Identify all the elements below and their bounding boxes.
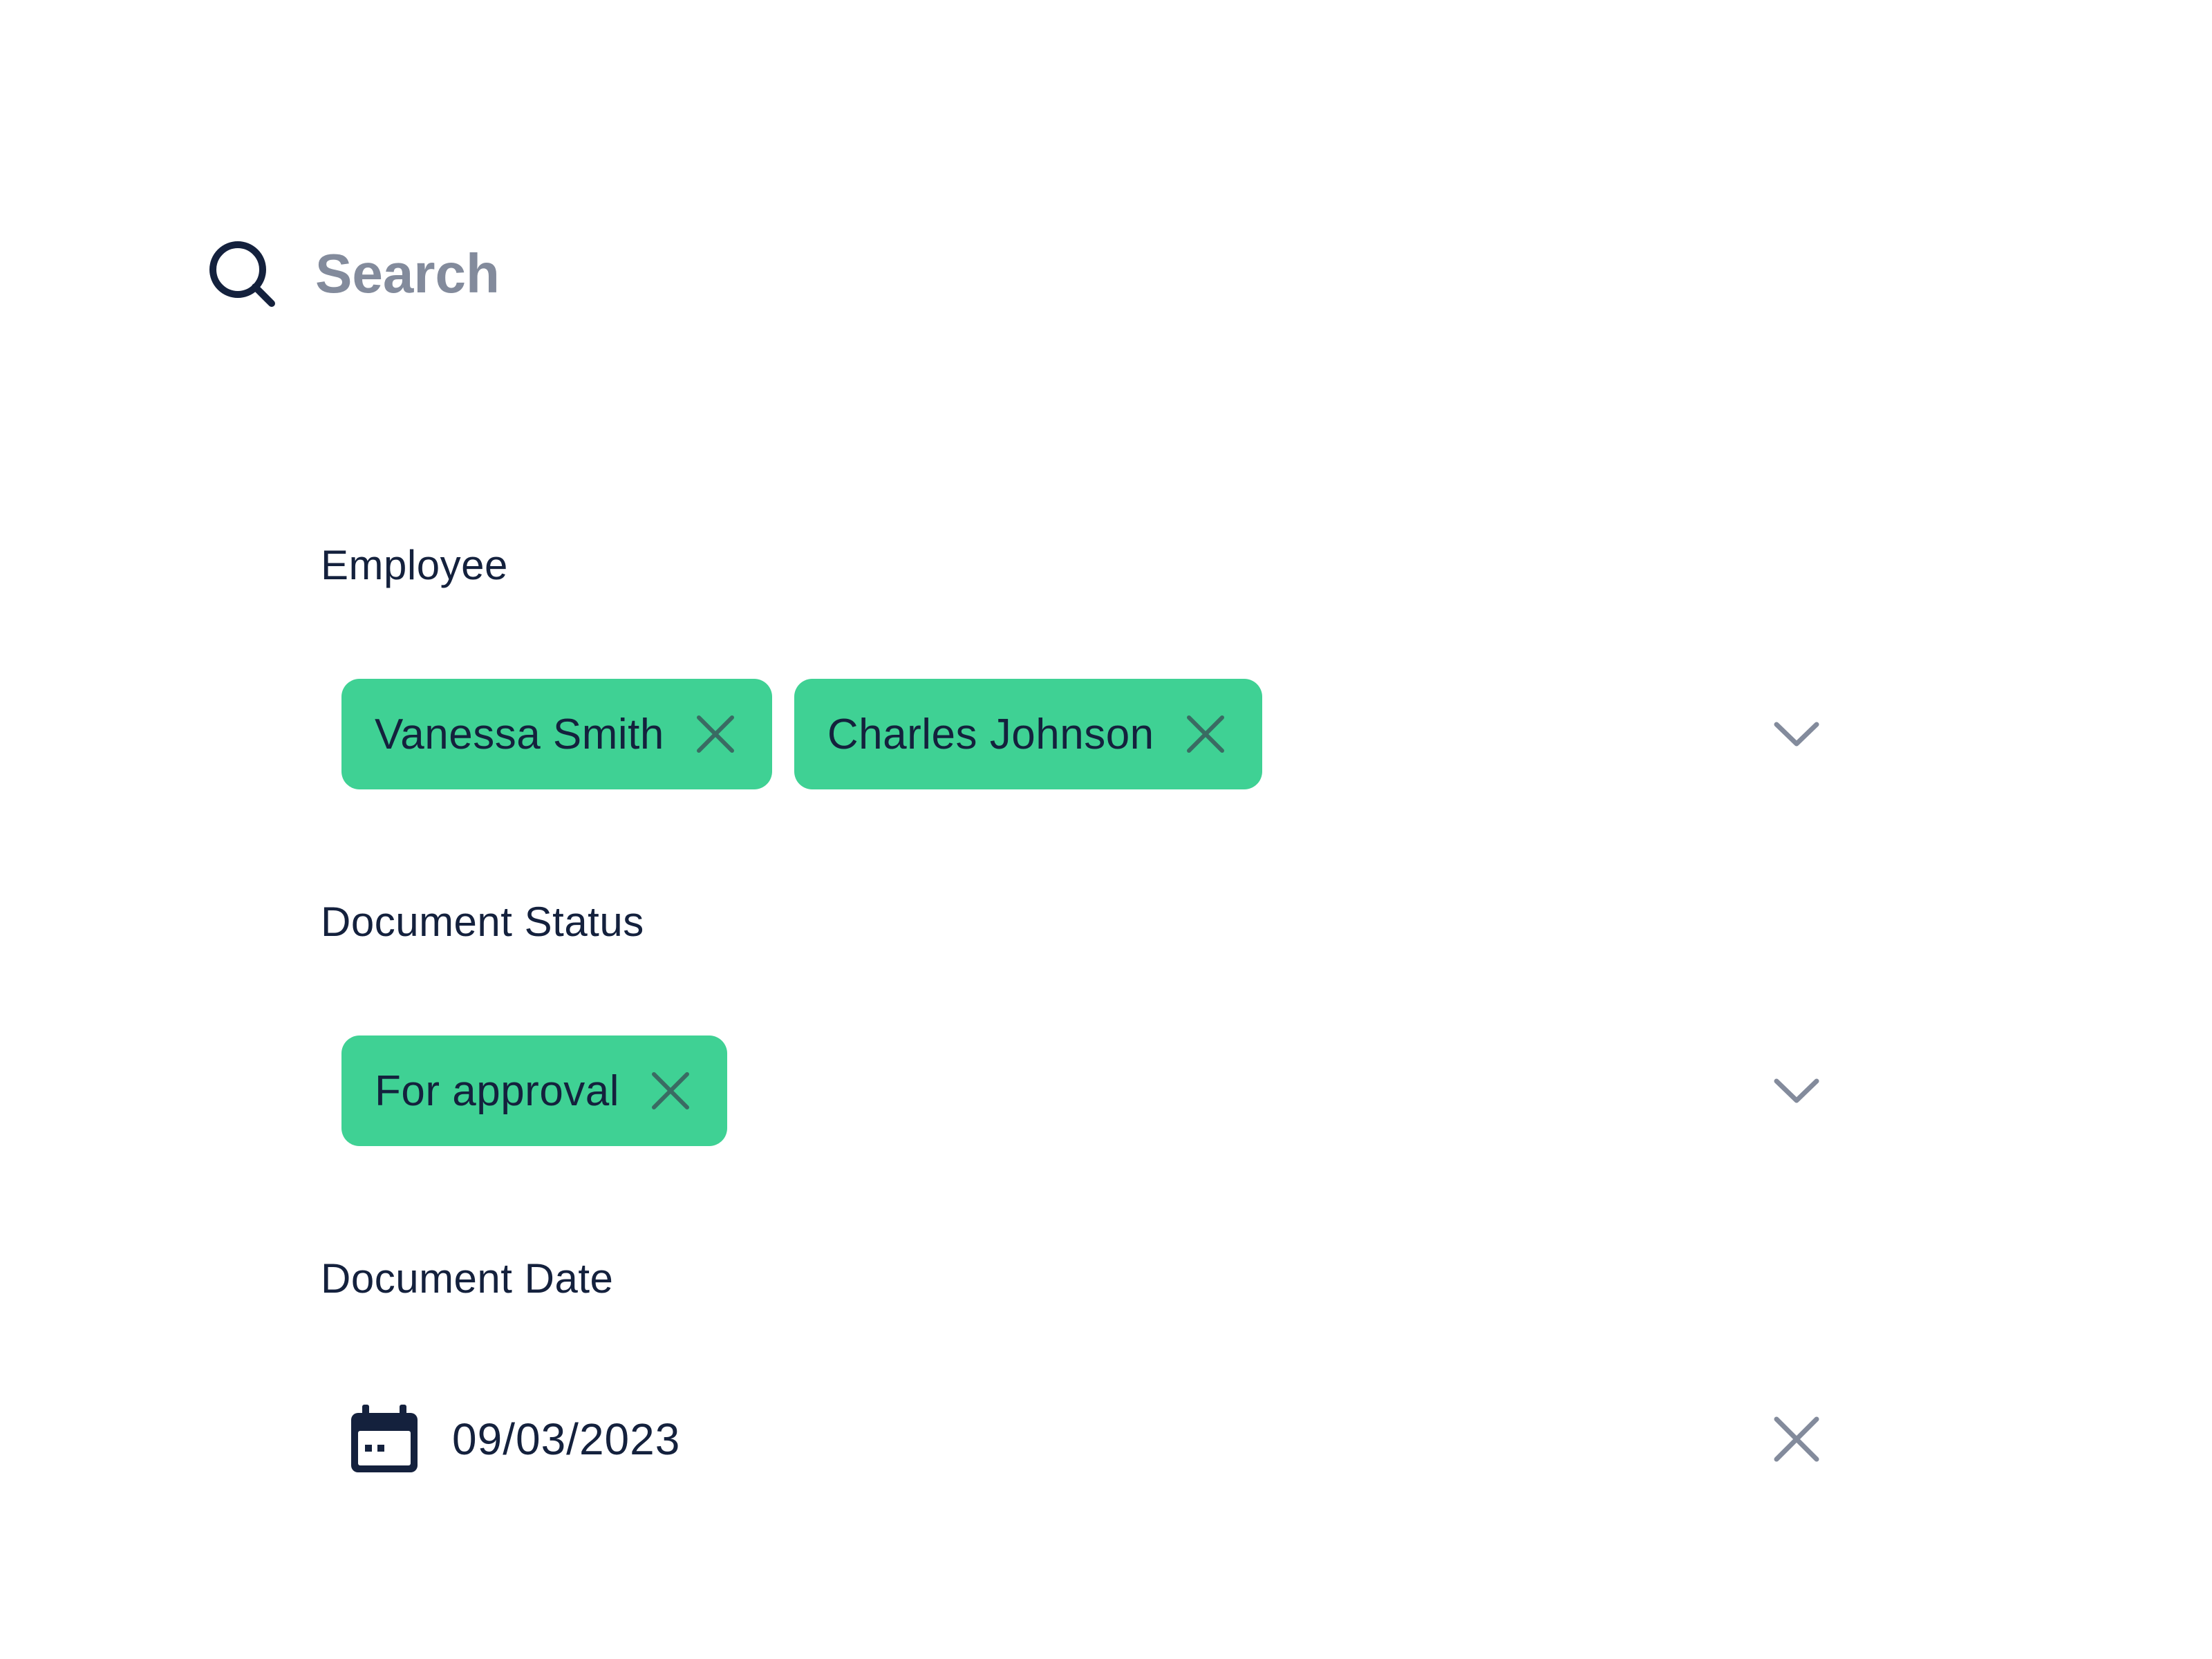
chip-label: Vanessa Smith (375, 710, 664, 758)
close-icon[interactable] (650, 1070, 691, 1112)
chip-label: Charles Johnson (827, 710, 1154, 758)
document-status-label: Document Status (321, 899, 644, 945)
document-status-select[interactable]: For approval (341, 1034, 1821, 1147)
search-input[interactable] (315, 236, 1559, 312)
close-icon[interactable] (1772, 1415, 1821, 1463)
chip-label: For approval (375, 1067, 620, 1115)
document-date-field[interactable]: 09/03/2023 (341, 1384, 1821, 1494)
chevron-down-icon[interactable] (1772, 1076, 1821, 1106)
close-icon[interactable] (695, 713, 736, 755)
employee-chip-vanessa-smith[interactable]: Vanessa Smith (341, 679, 772, 789)
document-date-value[interactable]: 09/03/2023 (452, 1414, 680, 1465)
calendar-icon[interactable] (348, 1403, 420, 1475)
close-icon[interactable] (1185, 713, 1226, 755)
employee-select[interactable]: Vanessa Smith Charles Johnson (341, 677, 1821, 791)
search-bar (205, 232, 1864, 315)
document-date-label: Document Date (321, 1255, 614, 1302)
employee-chip-charles-johnson[interactable]: Charles Johnson (794, 679, 1262, 789)
status-chip-for-approval[interactable]: For approval (341, 1035, 728, 1146)
employee-label: Employee (321, 542, 508, 588)
chevron-down-icon[interactable] (1772, 719, 1821, 749)
search-icon (209, 241, 275, 307)
